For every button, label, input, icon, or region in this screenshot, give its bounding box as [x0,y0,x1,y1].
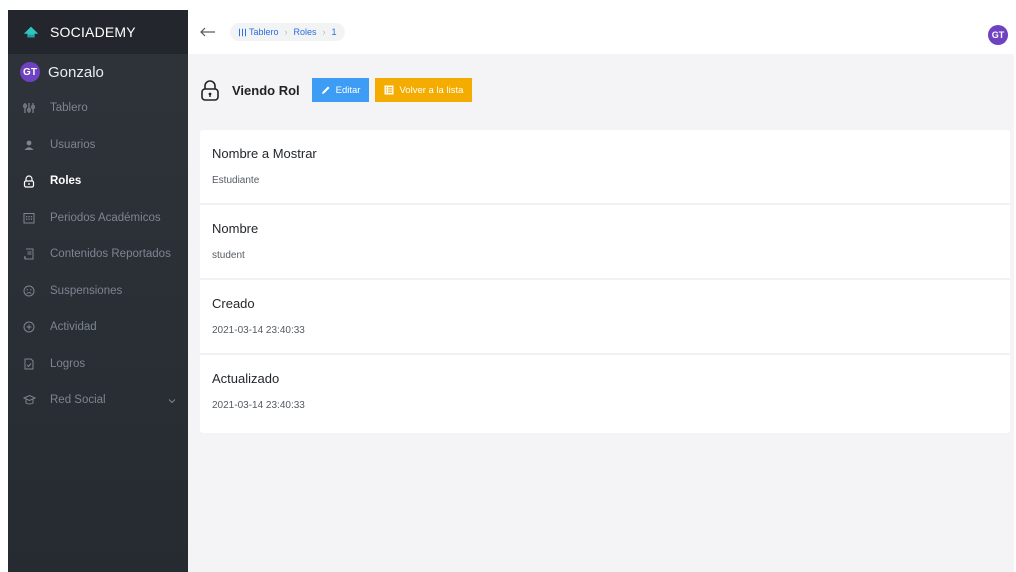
page-title: Viendo Rol [232,82,300,98]
edit-button-label: Editar [335,84,361,96]
field-value: 2021-03-14 23:40:33 [212,400,305,411]
top-user-avatar[interactable]: GT [988,25,1008,45]
breadcrumb-current: 1 [331,27,337,37]
graduation-cap-logo-icon [23,26,39,38]
avatar: GT [20,62,40,82]
sidebar-item-suspensiones[interactable]: Suspensiones [8,273,188,310]
sad-face-icon [22,284,36,298]
page-header: Viendo Rol Editar Volver a la lista [188,54,1014,126]
field-name: Nombre student [200,205,1010,280]
sidebar: SOCIADEMY GT Gonzalo Tablero Usuarios Ro… [8,10,188,572]
sidebar-item-tablero[interactable]: Tablero [8,90,188,127]
sidebar-item-roles[interactable]: Roles [8,163,188,200]
field-value: student [212,250,245,261]
sidebar-item-label: Suspensiones [50,284,123,297]
user-name: Gonzalo [48,63,104,81]
main-content: Tablero › Roles › 1 GT Viendo Rol Editar [188,10,1014,572]
field-created: Creado 2021-03-14 23:40:33 [200,280,1010,355]
graduation-cap-icon [22,393,36,407]
chevron-down-icon[interactable] [168,395,176,407]
report-icon [22,247,36,261]
breadcrumb-separator-icon: › [322,27,326,37]
breadcrumb: Tablero › Roles › 1 [230,23,345,41]
calendar-icon [22,211,36,225]
back-to-list-label: Volver a la lista [399,84,464,96]
brand-name: SOCIADEMY [50,24,136,40]
dashboard-icon [238,28,247,37]
role-detail-card: Nombre a Mostrar Estudiante Nombre stude… [200,130,1010,433]
sidebar-item-periodos-academicos[interactable]: Periodos Académicos [8,200,188,237]
back-arrow-icon[interactable] [200,23,218,41]
field-label: Creado [212,296,255,311]
sidebar-item-label: Contenidos Reportados [50,248,171,261]
sidebar-item-label: Roles [50,175,82,188]
sidebar-item-label: Logros [50,357,86,370]
brand[interactable]: SOCIADEMY [8,10,188,54]
top-bar: Tablero › Roles › 1 GT [188,10,1014,54]
sidebar-item-label: Actividad [50,321,97,334]
lock-icon [22,174,36,188]
field-value: Estudiante [212,175,260,186]
user-icon [22,138,36,152]
breadcrumb-home-link[interactable]: Tablero [249,27,279,37]
field-value: 2021-03-14 23:40:33 [212,325,305,336]
dashboard-icon [22,101,36,115]
plus-circle-icon [22,320,36,334]
edit-button[interactable]: Editar [311,78,370,102]
sidebar-item-red-social[interactable]: Red Social [8,382,188,419]
pencil-icon [321,85,331,95]
field-display-name: Nombre a Mostrar Estudiante [200,130,1010,205]
breadcrumb-separator-icon: › [284,27,288,37]
achievement-icon [22,357,36,371]
field-label: Nombre a Mostrar [212,146,317,161]
field-label: Actualizado [212,371,280,386]
sidebar-item-label: Periodos Académicos [50,211,161,224]
app-frame: SOCIADEMY GT Gonzalo Tablero Usuarios Ro… [8,10,1014,572]
sidebar-item-label: Red Social [50,394,106,407]
sidebar-item-logros[interactable]: Logros [8,346,188,383]
lock-icon [201,80,219,101]
user-profile[interactable]: GT Gonzalo [8,54,188,90]
field-label: Nombre [212,221,259,236]
sidebar-item-label: Tablero [50,102,88,115]
breadcrumb-roles-link[interactable]: Roles [294,27,317,37]
sidebar-item-actividad[interactable]: Actividad [8,309,188,346]
back-to-list-button[interactable]: Volver a la lista [375,78,473,102]
sidebar-item-usuarios[interactable]: Usuarios [8,127,188,164]
sidebar-item-contenidos-reportados[interactable]: Contenidos Reportados [8,236,188,273]
sidebar-item-label: Usuarios [50,138,96,151]
field-updated: Actualizado 2021-03-14 23:40:33 [200,355,1010,433]
list-icon [384,85,394,95]
